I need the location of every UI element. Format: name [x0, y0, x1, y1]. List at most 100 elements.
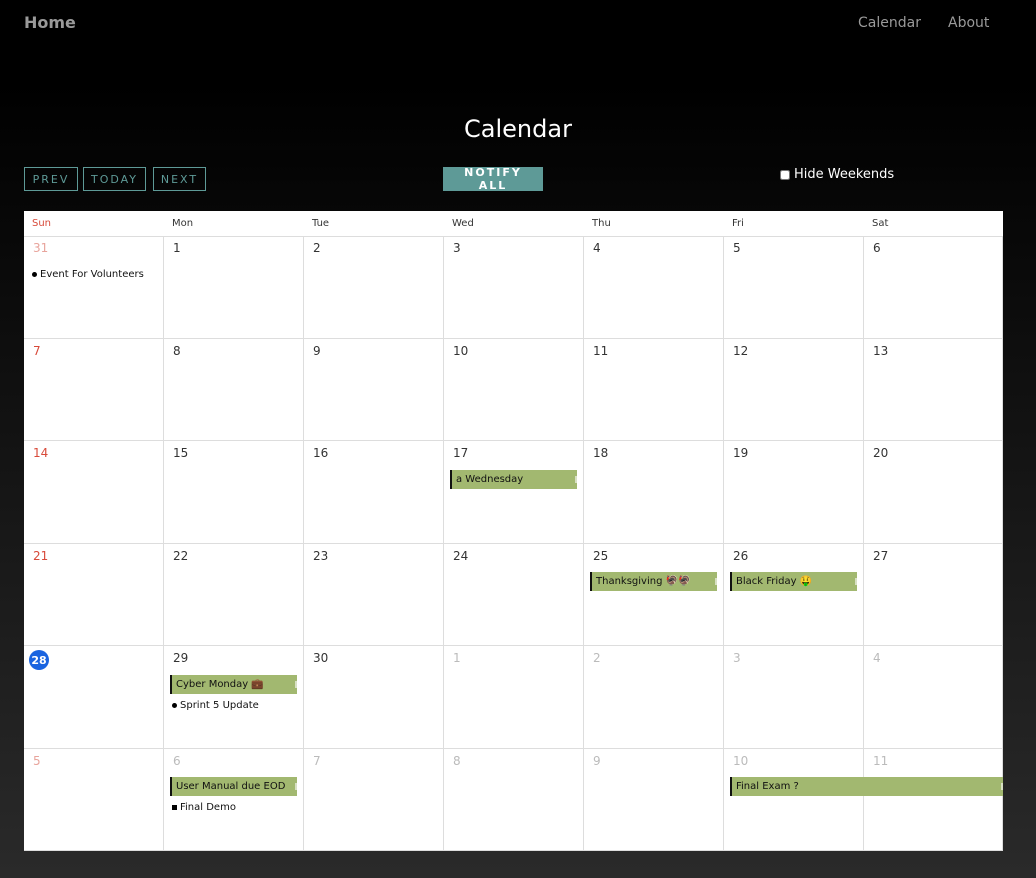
day-cell[interactable]: 18 [584, 441, 724, 544]
day-cell[interactable]: 12 [724, 339, 864, 441]
day-number[interactable]: 17 [453, 446, 468, 460]
day-number[interactable]: 1 [173, 241, 181, 255]
day-number[interactable]: 22 [173, 549, 188, 563]
day-cell[interactable]: 9 [584, 749, 724, 851]
day-cell[interactable]: 26 [724, 544, 864, 646]
day-cell[interactable]: 21 [24, 544, 164, 646]
day-number[interactable]: 13 [873, 344, 888, 358]
day-cell[interactable]: 30 [304, 646, 444, 749]
nav-link-about[interactable]: About [948, 15, 989, 31]
hide-weekends-checkbox[interactable] [780, 169, 790, 180]
day-cell[interactable]: 5 [724, 236, 864, 339]
day-number[interactable]: 7 [33, 344, 41, 358]
day-number[interactable]: 16 [313, 446, 328, 460]
day-number[interactable]: 23 [313, 549, 328, 563]
day-cell[interactable]: 13 [864, 339, 1003, 441]
day-cell[interactable]: 3 [444, 236, 584, 339]
today-button[interactable]: TODAY [83, 167, 146, 191]
day-number[interactable]: 2 [313, 241, 321, 255]
day-number[interactable]: 21 [33, 549, 48, 563]
day-cell[interactable]: 15 [164, 441, 304, 544]
nav-home-link[interactable]: Home [24, 13, 76, 32]
day-number[interactable]: 27 [873, 549, 888, 563]
day-cell[interactable]: 10 [444, 339, 584, 441]
day-cell[interactable]: 24 [444, 544, 584, 646]
day-cell[interactable]: 14 [24, 441, 164, 544]
day-cell[interactable]: 10 [724, 749, 864, 851]
day-number[interactable]: 3 [733, 651, 741, 665]
event-sprint-5-update[interactable]: Sprint 5 Update [172, 700, 259, 711]
day-cell[interactable]: 16 [304, 441, 444, 544]
day-number[interactable]: 31 [33, 241, 48, 255]
nav-link-calendar[interactable]: Calendar [858, 15, 921, 31]
day-cell[interactable]: 31 [24, 236, 164, 339]
prev-button[interactable]: PREV [24, 167, 78, 191]
day-number[interactable]: 14 [33, 446, 48, 460]
hide-weekends-toggle[interactable]: Hide Weekends [780, 167, 894, 182]
day-number[interactable]: 24 [453, 549, 468, 563]
event-thanksgiving[interactable]: Thanksgiving 🦃🦃 [590, 572, 717, 591]
day-number[interactable]: 9 [593, 754, 601, 768]
day-cell[interactable]: 17 [444, 441, 584, 544]
day-number[interactable]: 4 [873, 651, 881, 665]
day-number[interactable]: 5 [733, 241, 741, 255]
day-cell[interactable]: 3 [724, 646, 864, 749]
day-cell[interactable]: 20 [864, 441, 1003, 544]
day-number[interactable]: 1 [453, 651, 461, 665]
day-cell[interactable]: 7 [304, 749, 444, 851]
day-cell[interactable]: 2 [584, 646, 724, 749]
day-number[interactable]: 6 [173, 754, 181, 768]
day-number[interactable]: 18 [593, 446, 608, 460]
day-number[interactable]: 9 [313, 344, 321, 358]
day-number[interactable]: 19 [733, 446, 748, 460]
day-number[interactable]: 8 [173, 344, 181, 358]
event-final-exam[interactable]: Final Exam ? [730, 777, 1003, 796]
day-cell[interactable]: 22 [164, 544, 304, 646]
day-number[interactable]: 25 [593, 549, 608, 563]
event-event-for-volunteers[interactable]: Event For Volunteers [32, 269, 144, 280]
day-number[interactable]: 15 [173, 446, 188, 460]
day-cell[interactable]: 11 [584, 339, 724, 441]
event-final-demo[interactable]: Final Demo [172, 802, 236, 813]
day-cell[interactable]: 19 [724, 441, 864, 544]
day-cell[interactable]: 23 [304, 544, 444, 646]
next-button[interactable]: NEXT [153, 167, 206, 191]
event-black-friday[interactable]: Black Friday 🤑 [730, 572, 857, 591]
day-number[interactable]: 6 [873, 241, 881, 255]
day-number[interactable]: 5 [33, 754, 41, 768]
day-number[interactable]: 11 [873, 754, 888, 768]
day-cell[interactable]: 8 [164, 339, 304, 441]
event-a-wednesday[interactable]: a Wednesday [450, 470, 577, 489]
day-cell[interactable]: 6 [164, 749, 304, 851]
day-cell[interactable]: 5 [24, 749, 164, 851]
day-number[interactable]: 10 [453, 344, 468, 358]
day-number[interactable]: 12 [733, 344, 748, 358]
day-cell[interactable]: 6 [864, 236, 1003, 339]
day-cell[interactable]: 7 [24, 339, 164, 441]
day-cell[interactable]: 29 [164, 646, 304, 749]
day-cell[interactable]: 25 [584, 544, 724, 646]
day-cell[interactable]: 1 [164, 236, 304, 339]
event-user-manual[interactable]: User Manual due EOD [170, 777, 297, 796]
day-cell[interactable]: 4 [864, 646, 1003, 749]
day-cell[interactable]: 8 [444, 749, 584, 851]
day-number[interactable]: 10 [733, 754, 748, 768]
day-number[interactable]: 2 [593, 651, 601, 665]
day-number[interactable]: 20 [873, 446, 888, 460]
today-day-number[interactable]: 28 [29, 650, 49, 670]
day-cell[interactable]: 11 [864, 749, 1003, 851]
day-cell[interactable]: 1 [444, 646, 584, 749]
day-number[interactable]: 4 [593, 241, 601, 255]
day-number[interactable]: 11 [593, 344, 608, 358]
day-number[interactable]: 26 [733, 549, 748, 563]
day-cell[interactable]: 9 [304, 339, 444, 441]
day-number[interactable]: 7 [313, 754, 321, 768]
day-cell[interactable]: 2 [304, 236, 444, 339]
notify-all-button[interactable]: NOTIFY ALL [443, 166, 543, 192]
day-number[interactable]: 8 [453, 754, 461, 768]
day-cell[interactable]: 27 [864, 544, 1003, 646]
day-number[interactable]: 29 [173, 651, 188, 665]
day-number[interactable]: 3 [453, 241, 461, 255]
day-cell[interactable]: 4 [584, 236, 724, 339]
day-number[interactable]: 30 [313, 651, 328, 665]
